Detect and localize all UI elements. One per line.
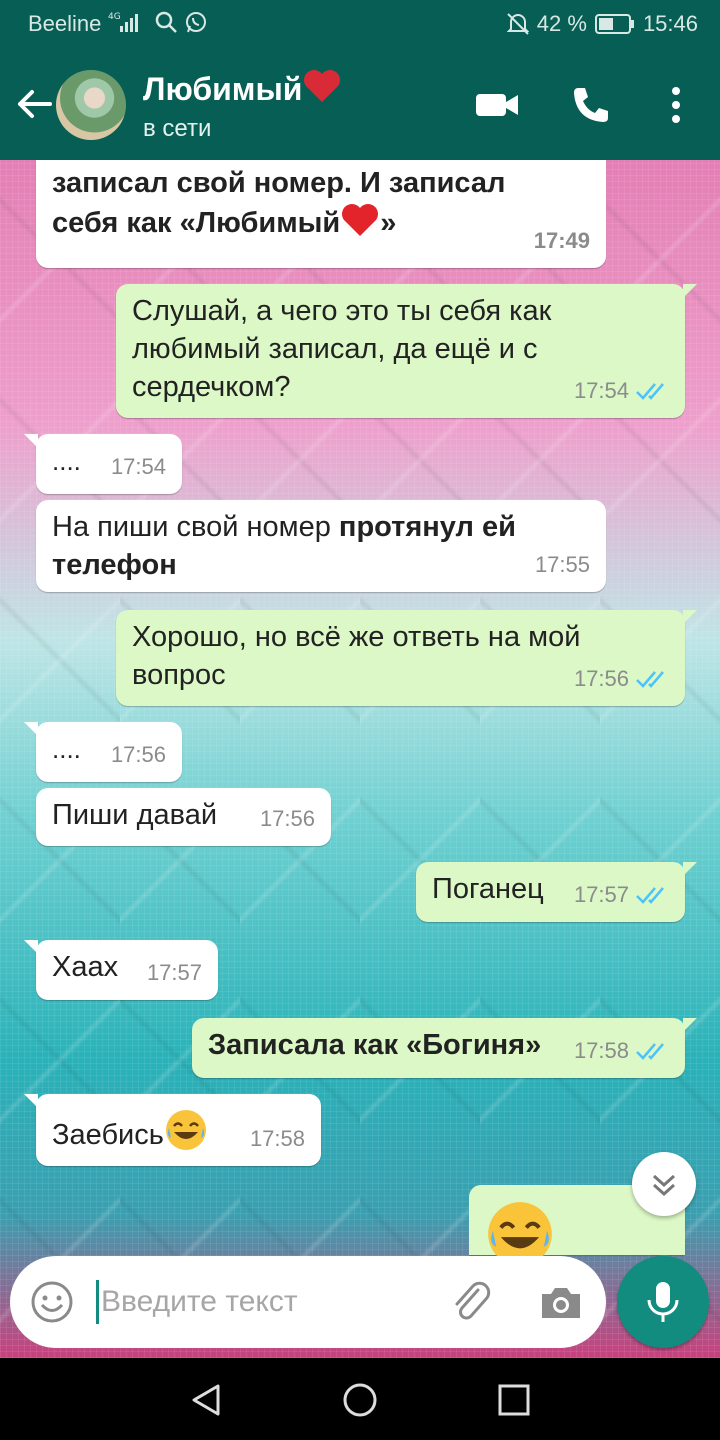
read-ticks-icon [636, 1043, 664, 1060]
chat-header: Любимый в сети [0, 48, 720, 160]
message-time: 17:58 [249, 1126, 305, 1151]
message-text: .... [52, 734, 81, 764]
message-text-line2: себя как «Любимый» [52, 202, 590, 242]
message-text-line2: любимый записал, да ещё и с [132, 333, 538, 365]
video-call-icon[interactable] [474, 82, 520, 128]
svg-text:4G: 4G [108, 12, 121, 22]
more-vert-icon[interactable] [654, 82, 698, 128]
message-time: 17:55 [534, 552, 590, 577]
avatar[interactable] [56, 70, 126, 140]
message-text: Хаах [52, 951, 119, 983]
status-bar: Beeline 4G 42 % 15:46 [0, 0, 720, 48]
message-outgoing[interactable]: Хорошо, но всё же ответь на мой вопрос 1… [116, 610, 697, 706]
mic-icon [647, 1282, 679, 1322]
message-outgoing[interactable]: Записала как «Богиня» 17:58 [192, 1018, 697, 1078]
laughing-emoji [165, 1110, 206, 1150]
message-time: 17:54 [110, 454, 166, 479]
carrier-name: Beeline [28, 11, 102, 36]
message-input-bar [10, 1256, 606, 1348]
message-time: 17:58 [573, 1038, 629, 1063]
nav-recents-icon[interactable] [494, 1380, 534, 1420]
contact-name: Любимый [143, 71, 303, 107]
nav-back-icon[interactable] [186, 1380, 226, 1420]
message-text: Хорошо, но всё же ответь на мой [132, 621, 581, 653]
message-meta: 17:58 [574, 1032, 669, 1070]
phone-icon[interactable] [568, 82, 614, 128]
heart-emoji [342, 204, 379, 236]
scroll-to-bottom-button[interactable] [632, 1152, 696, 1216]
contact-name-row[interactable]: Любимый [143, 68, 342, 108]
back-arrow-icon[interactable] [14, 84, 54, 124]
message-text-line2: телефон [52, 549, 177, 581]
clock: 15:46 [642, 11, 698, 36]
message-time: 17:49 [533, 228, 590, 253]
message-incoming[interactable]: Хаах 17:57 [24, 940, 218, 1000]
camera-icon[interactable] [538, 1280, 584, 1326]
search-icon [155, 11, 177, 33]
message-text: Записала как «Богиня» [208, 1029, 542, 1061]
whatsapp-icon [186, 12, 206, 33]
emoji-icon[interactable] [30, 1280, 74, 1324]
chat-area[interactable]: записал свой номер. И записал себя как «… [0, 160, 720, 1358]
message-outgoing[interactable]: Слушай, а чего это ты себя как любимый з… [116, 284, 697, 418]
message-text: Поганец [432, 873, 544, 905]
message-input[interactable] [96, 1280, 426, 1324]
message-time: 17:56 [110, 742, 166, 767]
heart-icon [304, 70, 341, 102]
nav-home-icon[interactable] [340, 1380, 380, 1420]
message-text: На пиши свой номер протянул ей [52, 511, 516, 543]
message-meta: 17:57 [574, 876, 669, 914]
message-text: Слушай, а чего это ты себя как [132, 295, 552, 327]
contact-status: в сети [143, 115, 212, 142]
message-time: 17:57 [573, 882, 629, 907]
system-nav-bar [0, 1358, 720, 1440]
message-time: 17:56 [573, 666, 629, 691]
read-ticks-icon [636, 887, 664, 904]
mic-button[interactable] [617, 1256, 709, 1348]
message-text: Заебись [52, 1119, 164, 1151]
message-incoming[interactable]: На пиши свой номер протянул ей телефон 1… [36, 500, 606, 592]
message-incoming[interactable]: Заебись 17:58 [24, 1094, 321, 1166]
message-time: 17:57 [146, 960, 202, 985]
message-text: .... [52, 446, 81, 476]
message-incoming[interactable]: Пиши давай 17:56 [36, 788, 331, 846]
message-incoming[interactable]: .... 17:56 [24, 722, 182, 782]
message-outgoing[interactable]: Поганец 17:57 [416, 862, 697, 922]
read-ticks-icon [636, 671, 664, 688]
read-ticks-icon [636, 383, 664, 400]
message-time: 17:56 [259, 806, 315, 831]
signal-icon: 4G [108, 12, 138, 32]
message-incoming[interactable]: .... 17:54 [24, 434, 182, 494]
chevron-down-icon [652, 1174, 676, 1197]
battery-icon [594, 14, 634, 34]
battery-percent: 42 % [536, 11, 587, 36]
message-incoming[interactable]: записал свой номер. И записал себя как «… [36, 160, 606, 268]
message-meta: 17:56 [574, 660, 669, 698]
message-text: записал свой номер. И записал [52, 167, 506, 199]
attach-icon[interactable] [448, 1280, 494, 1326]
message-meta: 17:54 [574, 372, 669, 410]
mute-bell-icon [506, 13, 529, 35]
message-text: Пиши давай [52, 799, 218, 831]
message-time: 17:54 [573, 378, 629, 403]
